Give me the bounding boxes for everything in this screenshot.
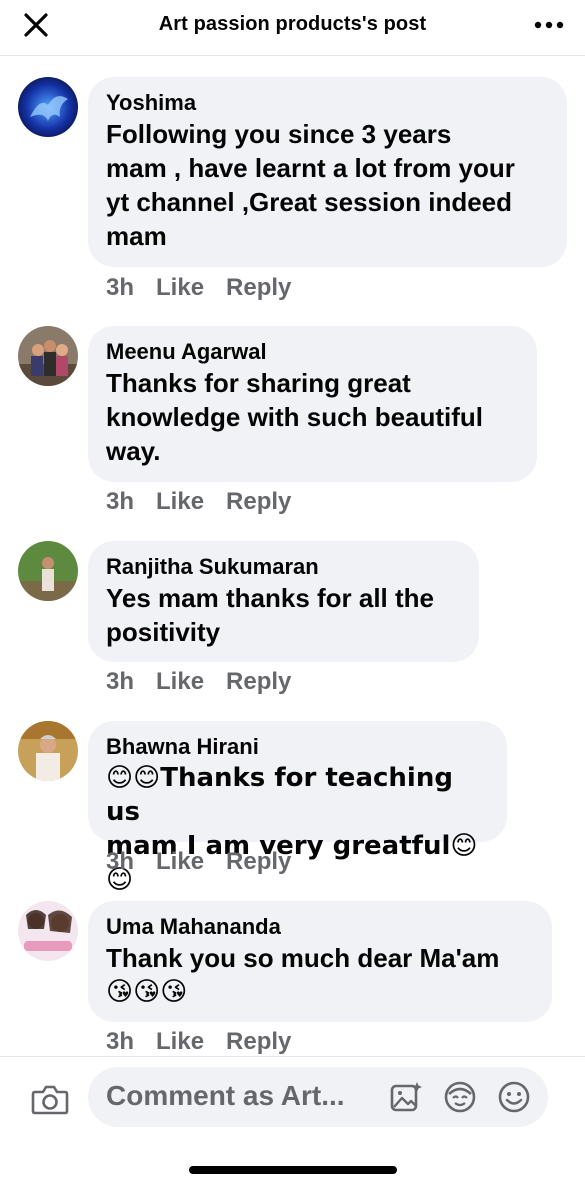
comment-actions: 3h Like Reply <box>106 848 291 876</box>
comment-bubble: Ranjitha Sukumaran Yes mam thanks for al… <box>88 541 479 662</box>
comment-input-placeholder: Comment as Art... <box>106 1080 345 1111</box>
reply-button[interactable]: Reply <box>226 848 291 876</box>
emoji-icon[interactable] <box>496 1079 532 1115</box>
comment-composer: Comment as Art... <box>0 1056 585 1186</box>
camera-icon[interactable] <box>28 1077 72 1121</box>
comment-text-line: yt channel ,Great session indeed <box>106 187 513 217</box>
comment-author[interactable]: Ranjitha Sukumaran <box>106 553 461 581</box>
comment-text-line: Yes mam thanks for all the <box>106 583 435 613</box>
comment-text-line: mam , have learnt a lot from your <box>106 153 515 183</box>
comment-time: 3h <box>106 668 135 695</box>
avatar[interactable] <box>18 721 78 781</box>
comment-text-line: Thank you so much dear Ma'am <box>106 943 500 973</box>
avatar[interactable] <box>18 541 78 601</box>
like-button[interactable]: Like <box>156 848 204 876</box>
comment-time: 3h <box>106 488 135 515</box>
comment-bubble: Yoshima Following you since 3 years mam … <box>88 77 567 267</box>
like-button[interactable]: Like <box>156 1028 204 1055</box>
comment-text-line: mam <box>106 221 167 251</box>
comment-author[interactable]: Yoshima <box>106 89 549 117</box>
reply-button[interactable]: Reply <box>226 274 291 302</box>
avatar[interactable] <box>18 77 78 137</box>
comment-actions: 3h Like Reply <box>106 274 291 302</box>
comment-author[interactable]: Bhawna Hirani <box>106 733 489 761</box>
reply-button[interactable]: Reply <box>226 668 291 696</box>
comment-bubble: Uma Mahananda Thank you so much dear Ma'… <box>88 901 552 1022</box>
comment-text-line: 😘😘😘 <box>106 977 188 1007</box>
comment-text-line: knowledge with such beautiful <box>106 402 484 432</box>
comment-text-line: Thanks for sharing great <box>106 368 411 398</box>
comment-input[interactable]: Comment as Art... <box>88 1067 548 1127</box>
avatar-sticker-icon[interactable] <box>442 1079 478 1115</box>
comment-time: 3h <box>106 1028 135 1055</box>
page-title: Art passion products's post <box>158 13 427 35</box>
home-indicator <box>189 1166 397 1174</box>
image-sparkle-icon[interactable] <box>388 1079 424 1115</box>
comment-text-line: Following you since 3 years <box>106 119 452 149</box>
comment-time: 3h <box>106 274 135 301</box>
like-button[interactable]: Like <box>156 488 204 516</box>
comment-list: Yoshima Following you since 3 years mam … <box>0 57 585 1055</box>
comment-text-line: positivity <box>106 617 221 647</box>
post-header: Art passion products's post <box>0 0 585 56</box>
comment-time: 3h <box>106 848 135 875</box>
comment-bubble: Meenu Agarwal Thanks for sharing great k… <box>88 326 537 482</box>
avatar[interactable] <box>18 326 78 386</box>
comment-actions: 3h Like Reply <box>106 1028 291 1055</box>
comment-author[interactable]: Uma Mahananda <box>106 913 534 941</box>
more-horizontal-icon[interactable] <box>531 9 567 41</box>
comment-bubble: Bhawna Hirani 😊😊Thanks for teaching us m… <box>88 721 507 895</box>
reply-button[interactable]: Reply <box>226 488 291 516</box>
comment-author[interactable]: Meenu Agarwal <box>106 338 519 366</box>
like-button[interactable]: Like <box>156 668 204 696</box>
reply-button[interactable]: Reply <box>226 1028 291 1055</box>
comment-actions: 3h Like Reply <box>106 668 291 696</box>
avatar[interactable] <box>18 901 78 961</box>
comment-actions: 3h Like Reply <box>106 488 291 516</box>
like-button[interactable]: Like <box>156 274 204 302</box>
comment-text-line: 😊😊Thanks for teaching us <box>106 763 453 827</box>
comment-text-line: way. <box>106 436 161 466</box>
